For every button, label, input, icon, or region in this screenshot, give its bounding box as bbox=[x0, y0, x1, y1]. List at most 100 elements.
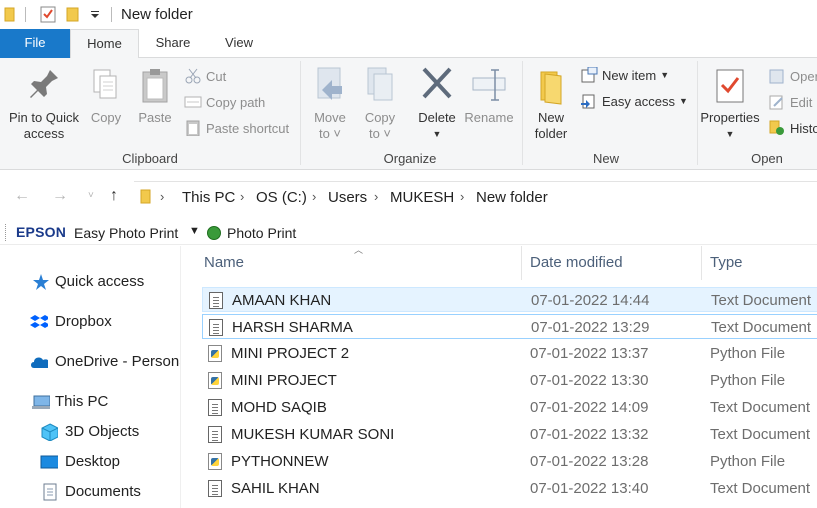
tab-view[interactable]: View bbox=[206, 29, 272, 58]
nav-item-documents[interactable]: Documents bbox=[0, 480, 180, 504]
breadcrumb-chevron-icon[interactable]: › bbox=[160, 189, 164, 204]
dropbox-icon bbox=[30, 315, 48, 328]
nav-item-3d-objects[interactable]: 3D Objects bbox=[0, 420, 180, 444]
file-name: AMAAN KHAN bbox=[232, 292, 332, 309]
nav-item-dropbox[interactable]: Dropbox bbox=[0, 310, 180, 334]
tab-home[interactable]: Home bbox=[70, 29, 139, 59]
computer-icon bbox=[32, 395, 50, 409]
copy-path-button[interactable]: Copy path bbox=[184, 92, 265, 112]
recent-locations-chevron-icon[interactable]: ˅ bbox=[88, 190, 94, 201]
breadcrumb-mukesh[interactable]: MUKESH bbox=[390, 189, 454, 206]
new-item-button[interactable]: New item ▼ bbox=[580, 65, 669, 85]
column-header-name[interactable]: Name bbox=[204, 246, 504, 280]
table-row[interactable]: MINI PROJECT 07-01-2022 13:30 Python Fil… bbox=[202, 368, 817, 393]
text-document-icon bbox=[208, 480, 222, 497]
move-to-button[interactable]: Move to ˅ bbox=[310, 64, 350, 142]
edit-button[interactable]: Edit bbox=[768, 92, 812, 112]
pin-to-quick-access-button[interactable]: Pin to Quick access bbox=[6, 64, 82, 142]
file-name: HARSH SHARMA bbox=[232, 319, 353, 336]
back-arrow-icon[interactable]: ← bbox=[14, 187, 30, 205]
column-header-date-modified[interactable]: Date modified bbox=[530, 246, 700, 280]
toolbar-grip[interactable] bbox=[5, 224, 8, 241]
breadcrumb-chevron-icon[interactable]: › bbox=[374, 189, 378, 204]
copy-path-icon bbox=[184, 94, 202, 110]
copy-to-button[interactable]: Copy to ˅ bbox=[360, 64, 400, 142]
forward-arrow-icon[interactable]: → bbox=[52, 187, 68, 205]
column-header-type[interactable]: Type bbox=[710, 246, 817, 280]
nav-item-desktop[interactable]: Desktop bbox=[0, 450, 180, 474]
rename-button[interactable]: Rename bbox=[464, 64, 514, 126]
nav-item-onedrive[interactable]: OneDrive - Persona bbox=[0, 350, 180, 374]
history-button[interactable]: Histo bbox=[768, 118, 817, 138]
group-separator bbox=[522, 61, 523, 165]
file-date: 07-01-2022 13:37 bbox=[530, 345, 649, 362]
open-icon bbox=[768, 68, 786, 84]
breadcrumb-this-pc[interactable]: This PC bbox=[182, 189, 235, 206]
breadcrumb-users[interactable]: Users bbox=[328, 189, 367, 206]
breadcrumb-os-c[interactable]: OS (C:) bbox=[256, 189, 307, 206]
move-to-label-line2: to ˅ bbox=[318, 126, 342, 141]
epson-toolbar: EPSON Easy Photo Print ▼ Photo Print bbox=[0, 221, 817, 245]
new-folder-icon bbox=[531, 64, 571, 108]
table-row[interactable]: PYTHONNEW 07-01-2022 13:28 Python File bbox=[202, 449, 817, 474]
desktop-icon bbox=[40, 455, 58, 469]
table-row[interactable]: MUKESH KUMAR SONI 07-01-2022 13:32 Text … bbox=[202, 422, 817, 447]
text-document-icon bbox=[209, 319, 223, 336]
paste-shortcut-button[interactable]: Paste shortcut bbox=[184, 118, 289, 138]
file-type: Python File bbox=[710, 453, 786, 470]
file-list: ︿ Name Date modified Type AMAAN KHAN 07-… bbox=[182, 246, 817, 508]
properties-icon bbox=[710, 64, 750, 108]
nav-item-this-pc[interactable]: This PC bbox=[0, 390, 180, 414]
properties-quick-icon[interactable] bbox=[40, 6, 57, 23]
column-divider[interactable] bbox=[521, 246, 522, 280]
copy-button[interactable]: Copy bbox=[86, 64, 126, 126]
documents-icon bbox=[43, 483, 57, 501]
tab-file[interactable]: File bbox=[0, 29, 70, 58]
photo-print-button[interactable]: Photo Print bbox=[227, 225, 296, 241]
easy-access-button[interactable]: Easy access ▼ bbox=[580, 91, 688, 111]
paste-button[interactable]: Paste bbox=[135, 64, 175, 126]
breadcrumb-chevron-icon[interactable]: › bbox=[460, 189, 464, 204]
table-row[interactable]: AMAAN KHAN 07-01-2022 14:44 Text Documen… bbox=[202, 287, 817, 312]
file-type: Text Document bbox=[710, 399, 811, 416]
breadcrumb-chevron-icon[interactable]: › bbox=[312, 189, 316, 204]
new-folder-quick-icon[interactable] bbox=[66, 6, 80, 23]
properties-dropdown-icon[interactable]: ▼ bbox=[697, 126, 763, 142]
breadcrumb-new-folder[interactable]: New folder bbox=[476, 189, 548, 206]
cut-label: Cut bbox=[206, 68, 227, 84]
history-icon bbox=[768, 120, 786, 136]
easy-photo-print-dropdown-icon[interactable]: ▼ bbox=[189, 225, 200, 237]
new-item-label: New item bbox=[602, 67, 657, 83]
table-row[interactable]: MINI PROJECT 2 07-01-2022 13:37 Python F… bbox=[202, 341, 817, 366]
copy-icon bbox=[86, 64, 126, 108]
new-item-dropdown-icon: ▼ bbox=[660, 70, 670, 80]
scissors-icon bbox=[184, 68, 202, 84]
text-document-icon bbox=[208, 399, 222, 416]
table-row[interactable]: HARSH SHARMA 07-01-2022 13:29 Text Docum… bbox=[202, 314, 817, 339]
open-button[interactable]: Oper bbox=[768, 66, 817, 86]
file-name: MOHD SAQIB bbox=[231, 399, 327, 416]
cut-button[interactable]: Cut bbox=[184, 66, 226, 86]
copy-to-icon bbox=[360, 64, 400, 108]
table-row[interactable]: SAHIL KHAN 07-01-2022 13:40 Text Documen… bbox=[202, 476, 817, 501]
python-file-icon bbox=[208, 372, 222, 389]
column-divider[interactable] bbox=[701, 246, 702, 280]
address-bar[interactable]: › This PC › OS (C:) › Users › MUKESH › N… bbox=[134, 181, 817, 211]
file-date: 07-01-2022 14:09 bbox=[530, 399, 649, 416]
table-row[interactable]: MOHD SAQIB 07-01-2022 14:09 Text Documen… bbox=[202, 395, 817, 420]
delete-dropdown-icon[interactable]: ▼ bbox=[414, 126, 460, 142]
breadcrumb-chevron-icon[interactable]: › bbox=[240, 189, 244, 204]
easy-photo-print-button[interactable]: Easy Photo Print bbox=[74, 225, 178, 241]
nav-label: Desktop bbox=[65, 453, 121, 470]
customize-toolbar-icon[interactable] bbox=[90, 10, 100, 20]
copy-label: Copy bbox=[90, 110, 122, 125]
properties-button[interactable]: Properties ▼ bbox=[697, 64, 763, 142]
copy-to-label-line2: to ˅ bbox=[368, 126, 392, 141]
up-arrow-icon[interactable]: ↑ bbox=[110, 187, 118, 205]
file-date: 07-01-2022 13:29 bbox=[531, 319, 650, 336]
nav-item-quick-access[interactable]: Quick access bbox=[0, 270, 180, 294]
epson-logo: EPSON bbox=[16, 224, 67, 240]
new-folder-button[interactable]: New folder bbox=[529, 64, 573, 142]
tab-share[interactable]: Share bbox=[140, 29, 206, 58]
delete-button[interactable]: Delete ▼ bbox=[414, 64, 460, 142]
